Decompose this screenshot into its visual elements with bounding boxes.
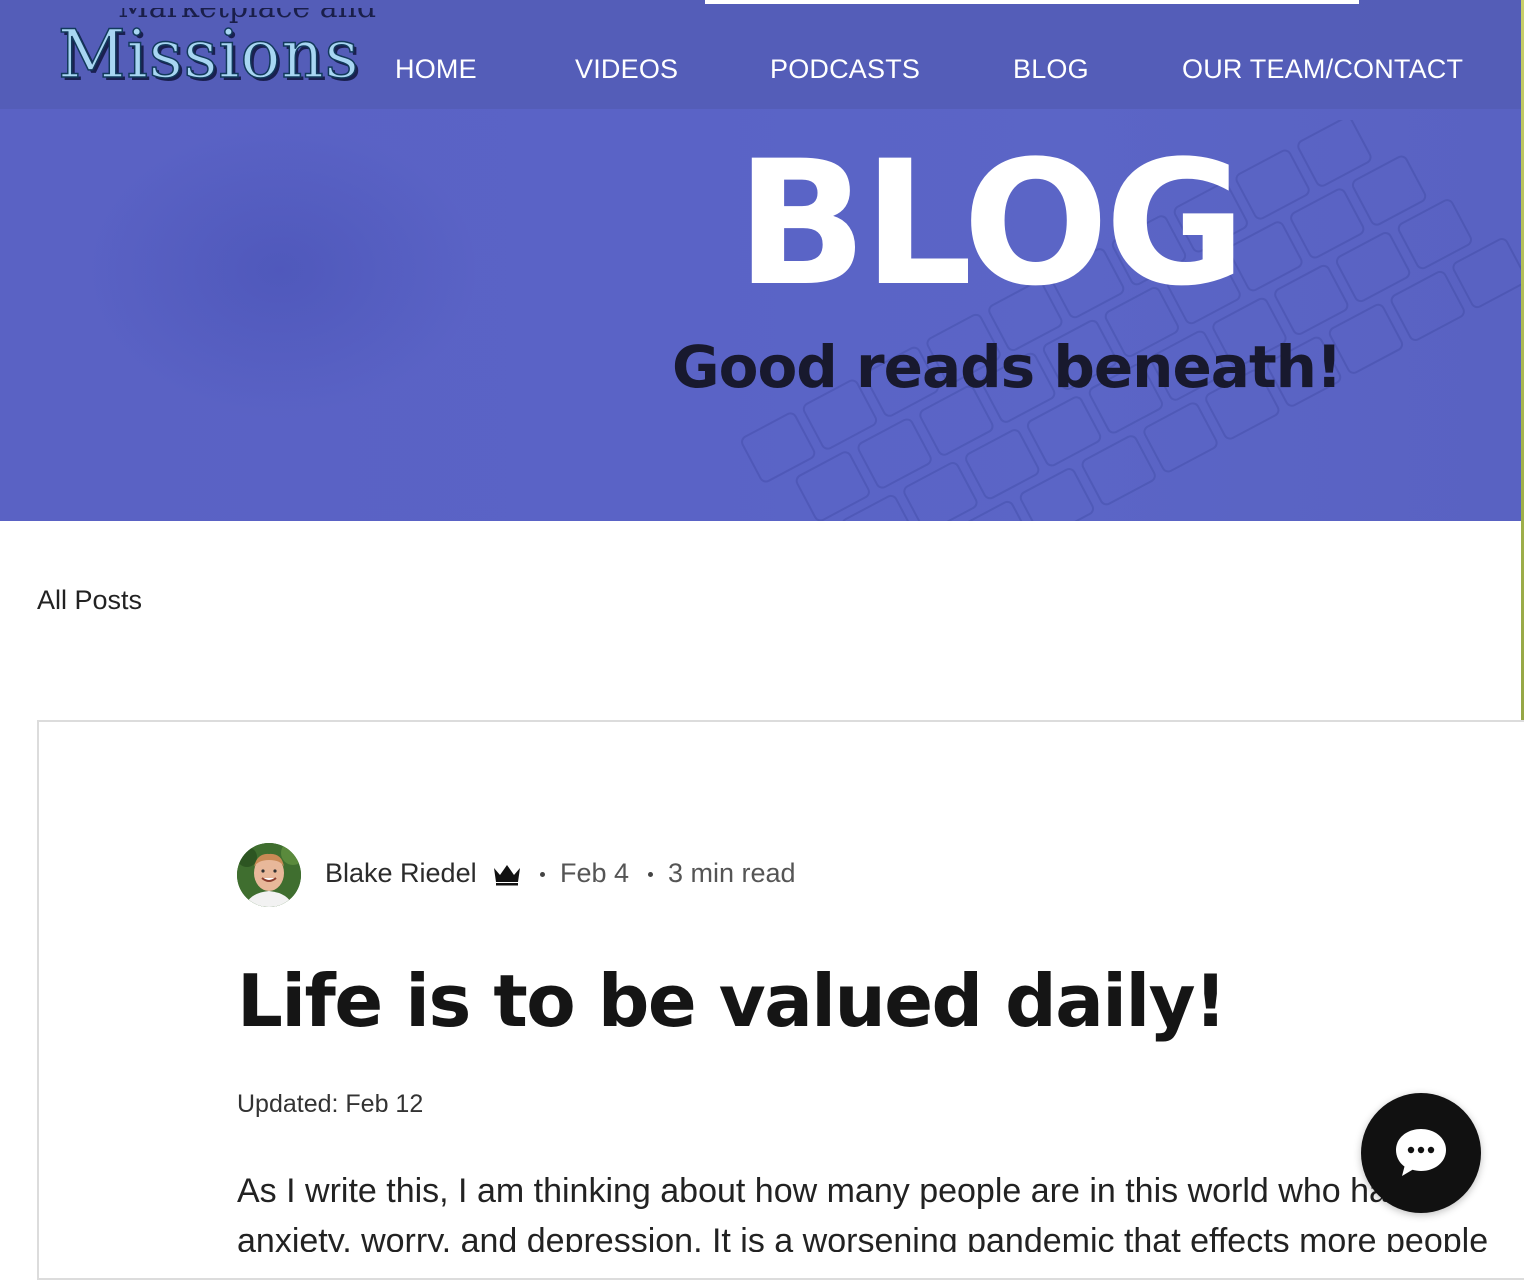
hero-background-shade xyxy=(80,120,480,420)
meta-separator-dot xyxy=(540,872,545,877)
site-logo[interactable]: Marketplace and Missions xyxy=(57,8,376,112)
chat-bubble-icon xyxy=(1396,1129,1446,1176)
post-updated-date: Updated: Feb 12 xyxy=(237,1090,424,1118)
post-title[interactable]: Life is to be valued daily! xyxy=(237,961,1227,1041)
author-name[interactable]: Blake Riedel xyxy=(325,858,477,889)
nav-videos[interactable]: VIDEOS xyxy=(575,54,678,85)
post-excerpt-line: As I write this, I am thinking about how… xyxy=(237,1172,1424,1210)
page-title: BLOG xyxy=(736,123,1246,324)
post-excerpt-line: anxiety, worry, and depression. It is a … xyxy=(237,1222,1489,1252)
post-date: Feb 4 xyxy=(560,858,630,888)
nav-blog[interactable]: BLOG xyxy=(1013,54,1089,85)
logo-partial-text: Marketplace and xyxy=(118,8,448,24)
crown-icon xyxy=(494,865,520,886)
avatar[interactable] xyxy=(237,843,301,907)
nav-home[interactable]: HOME xyxy=(395,54,477,85)
chat-button[interactable] xyxy=(1361,1093,1481,1213)
page-subtitle: Good reads beneath! xyxy=(672,333,1342,401)
all-posts-link[interactable]: All Posts xyxy=(37,585,142,616)
post-excerpt: As I write this, I am thinking about how… xyxy=(237,1166,1521,1252)
read-time: 3 min read xyxy=(668,858,796,888)
author-photo xyxy=(237,843,301,907)
hero-banner: Marketplace and Missions HOME VIDEOS POD… xyxy=(0,0,1521,521)
nav-accent-line xyxy=(705,0,1359,4)
nav-our-team-contact[interactable]: OUR TEAM/CONTACT xyxy=(1182,54,1463,85)
logo-text: Missions xyxy=(57,16,360,93)
nav-podcasts[interactable]: PODCASTS xyxy=(770,54,920,85)
meta-separator-dot xyxy=(648,872,653,877)
